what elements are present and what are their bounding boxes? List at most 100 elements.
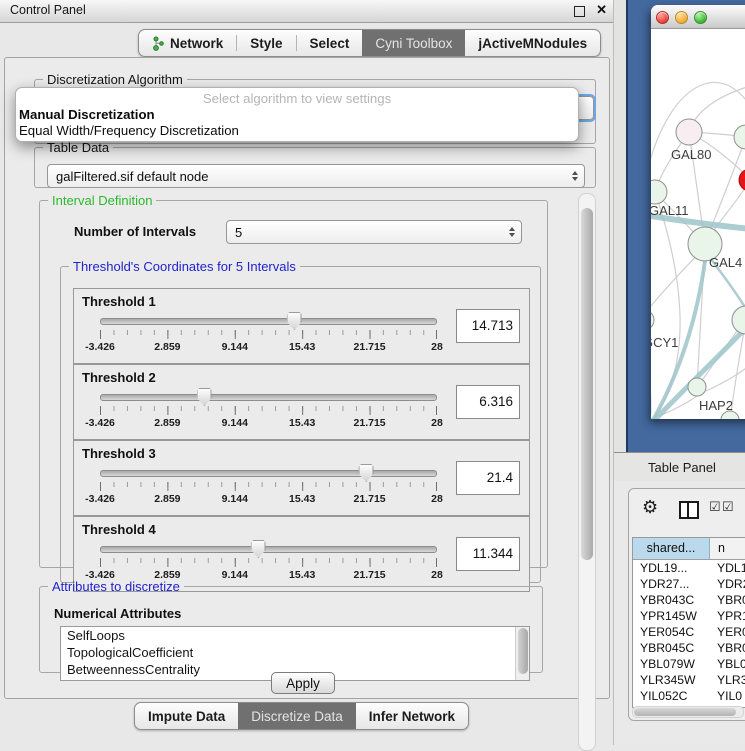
table-header-row: shared... n <box>633 538 745 560</box>
checkbox-icon[interactable]: ☑ <box>722 499 734 515</box>
slider-ticks <box>100 482 437 491</box>
gear-icon[interactable]: ⚙ <box>642 498 658 516</box>
list-item[interactable]: TopologicalCoefficient <box>61 644 529 661</box>
network-node-h[interactable] <box>732 306 745 334</box>
column-header-shared-name[interactable]: shared... <box>633 538 710 559</box>
table-row[interactable]: YBR045CYBR0 <box>633 640 745 656</box>
table-data-value: galFiltered.sif default node <box>56 169 208 184</box>
combo-stepper-icon <box>572 165 578 187</box>
close-traffic-light-icon[interactable] <box>656 11 669 24</box>
slider-track[interactable] <box>100 394 437 401</box>
table-horizontal-scrollbar[interactable] <box>632 706 744 718</box>
attributes-to-discretize-group: Attributes to discretize Numerical Attri… <box>39 579 543 673</box>
column-header-name[interactable]: n <box>710 538 745 559</box>
attributes-group-title: Attributes to discretize <box>48 579 184 594</box>
list-item[interactable]: SelfLoops <box>61 627 529 644</box>
tick-label: -3.426 <box>85 493 115 505</box>
number-of-intervals-combobox[interactable]: 5 <box>226 220 522 244</box>
tick-label: 9.144 <box>222 493 248 505</box>
slider-track[interactable] <box>100 470 437 477</box>
tab-discretize-data[interactable]: Discretize Data <box>238 703 356 729</box>
network-window[interactable]: GAL80 GA C GAL11 GAL4 GCY1 H HAP2 <box>651 5 745 419</box>
slider-tick-labels: -3.426 2.859 9.144 15.43 21.715 28 <box>100 341 437 353</box>
tab-jactivemnodules[interactable]: jActiveMNodules <box>465 30 600 56</box>
panel-vertical-scrollbar[interactable] <box>578 193 596 751</box>
scrollbar-thumb[interactable] <box>518 628 528 674</box>
tab-select[interactable]: Select <box>297 30 363 56</box>
node-table: shared... n YDL19...YDL1 YDR27...YDR2 YB… <box>632 537 745 708</box>
zoom-traffic-light-icon[interactable] <box>694 11 707 24</box>
table-panel-title: Table Panel <box>648 460 716 475</box>
dropdown-option-manual-discretization[interactable]: Manual Discretization <box>16 107 578 123</box>
checkbox-icon[interactable]: ☑ <box>709 499 721 515</box>
network-node-selected-red[interactable] <box>739 169 745 191</box>
interval-definition-group: Interval Definition Number of Intervals … <box>39 193 548 568</box>
slider-track[interactable] <box>100 318 437 325</box>
interval-definition-group-title: Interval Definition <box>48 193 156 208</box>
svg-text:GAL11: GAL11 <box>651 203 689 218</box>
columns-icon[interactable] <box>679 501 699 519</box>
thresholds-coordinates-group: Threshold's Coordinates for 5 Intervals … <box>60 259 541 583</box>
cyni-toolbox-panel: Discretization Algorithm Select algorith… <box>4 57 610 699</box>
threshold-1-panel: Threshold 1 -3.426 2.859 9.144 15.43 21.… <box>73 288 530 364</box>
threshold-4-value-field[interactable]: 11.344 <box>456 537 520 571</box>
network-node-hap2[interactable] <box>688 378 706 396</box>
table-row[interactable]: YLR345WYLR3 <box>633 672 745 688</box>
minimize-traffic-light-icon[interactable] <box>675 11 688 24</box>
control-panel-title: Control Panel <box>10 3 86 17</box>
table-data-group-title: Table Data <box>43 140 113 155</box>
network-node-gal80[interactable] <box>676 119 702 145</box>
table-row[interactable]: YDL19...YDL1 <box>633 560 745 576</box>
network-window-titlebar <box>651 5 745 29</box>
slider-thumb[interactable] <box>287 312 302 330</box>
slider-ticks <box>100 558 437 567</box>
dropdown-option-equal-width-frequency[interactable]: Equal Width/Frequency Discretization <box>16 123 578 139</box>
table-row[interactable]: YBL079WYBL0 <box>633 656 745 672</box>
apply-button[interactable]: Apply <box>271 672 335 694</box>
tab-jactivemnodules-label: jActiveMNodules <box>478 36 587 51</box>
table-row[interactable]: YDR27...YDR2 <box>633 576 745 592</box>
network-canvas[interactable]: GAL80 GA C GAL11 GAL4 GCY1 H HAP2 <box>651 29 745 419</box>
tab-impute-data[interactable]: Impute Data <box>135 703 238 729</box>
table-row[interactable]: YBR043CYBR0 <box>633 592 745 608</box>
list-vertical-scrollbar[interactable] <box>515 627 529 680</box>
tick-label: 2.859 <box>154 493 180 505</box>
threshold-3-value-field[interactable]: 21.4 <box>456 461 520 495</box>
close-icon[interactable]: ✕ <box>596 2 607 18</box>
network-icon <box>152 36 165 51</box>
table-panel-area: ⚙ ☑ ☑ shared... n YDL19...YDL1 YDR27...Y… <box>614 481 745 745</box>
table-row[interactable]: YPR145WYPR1 <box>633 608 745 624</box>
scrollbar-thumb[interactable] <box>634 708 736 716</box>
scrollbar-thumb[interactable] <box>581 208 593 560</box>
threshold-2-value-field[interactable]: 6.316 <box>456 385 520 419</box>
network-node[interactable] <box>734 125 745 149</box>
slider-thumb[interactable] <box>251 540 266 558</box>
tick-label: -3.426 <box>85 417 115 429</box>
network-node-gcy1[interactable] <box>651 310 654 330</box>
threshold-1-value-field[interactable]: 14.713 <box>456 309 520 343</box>
right-column: GAL80 GA C GAL11 GAL4 GCY1 H HAP2 Table … <box>614 0 745 745</box>
network-node-gal11[interactable] <box>651 180 667 204</box>
slider-tick-labels: -3.426 2.859 9.144 15.43 21.715 28 <box>100 493 437 505</box>
tab-infer-network[interactable]: Infer Network <box>356 703 468 729</box>
network-view-frame: GAL80 GA C GAL11 GAL4 GCY1 H HAP2 <box>626 0 745 452</box>
tick-label: 9.144 <box>222 341 248 353</box>
tab-impute-data-label: Impute Data <box>148 709 225 724</box>
tab-style[interactable]: Style <box>237 30 295 56</box>
table-data-combobox[interactable]: galFiltered.sif default node <box>47 164 585 188</box>
table-row[interactable]: YIL052CYIL0 <box>633 688 745 704</box>
threshold-2-slider[interactable]: -3.426 2.859 9.144 15.43 21.715 28 <box>100 391 437 433</box>
tick-label: -3.426 <box>85 341 115 353</box>
slider-thumb[interactable] <box>359 464 374 482</box>
tab-cyni-toolbox[interactable]: Cyni Toolbox <box>362 30 465 56</box>
slider-thumb[interactable] <box>197 388 212 406</box>
threshold-1-slider[interactable]: -3.426 2.859 9.144 15.43 21.715 28 <box>100 315 437 357</box>
number-of-intervals-label: Number of Intervals <box>74 224 196 239</box>
slider-track[interactable] <box>100 546 437 553</box>
tick-label: 21.715 <box>354 341 386 353</box>
top-tabbar: Network Style Select Cyni Toolbox jActiv… <box>138 29 601 57</box>
table-row[interactable]: YER054CYER0 <box>633 624 745 640</box>
threshold-3-slider[interactable]: -3.426 2.859 9.144 15.43 21.715 28 <box>100 467 437 509</box>
float-window-icon[interactable] <box>574 6 585 17</box>
tab-network[interactable]: Network <box>139 30 236 56</box>
